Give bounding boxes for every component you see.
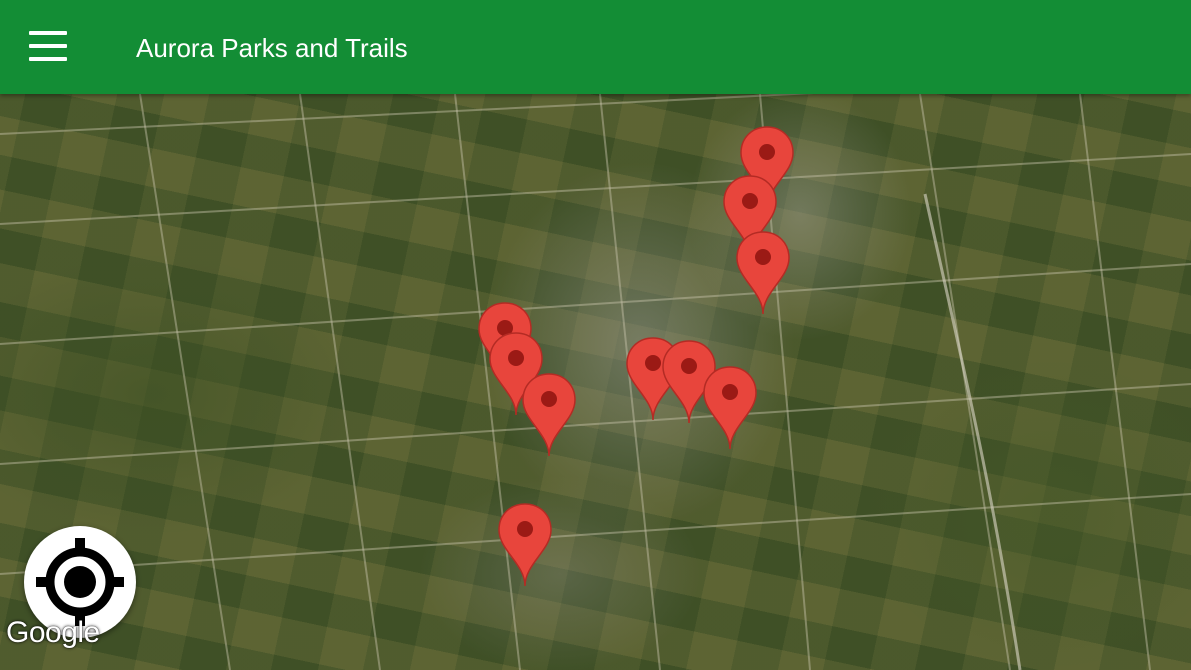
park-marker[interactable] bbox=[703, 365, 757, 451]
app-title: Aurora Parks and Trails bbox=[136, 33, 408, 63]
app-bar: Aurora Parks and Trails bbox=[0, 0, 1191, 94]
hamburger-menu-icon-line bbox=[29, 44, 67, 48]
satellite-map[interactable] bbox=[0, 94, 1191, 670]
park-marker[interactable] bbox=[736, 230, 790, 316]
map-roads-overlay bbox=[0, 94, 1191, 670]
hamburger-menu-icon-line bbox=[29, 31, 67, 35]
park-marker[interactable] bbox=[498, 502, 552, 588]
hamburger-menu-icon-line bbox=[29, 57, 67, 61]
google-attribution-logo: Google bbox=[6, 616, 100, 649]
menu-button[interactable] bbox=[14, 18, 82, 74]
park-marker[interactable] bbox=[522, 372, 576, 458]
